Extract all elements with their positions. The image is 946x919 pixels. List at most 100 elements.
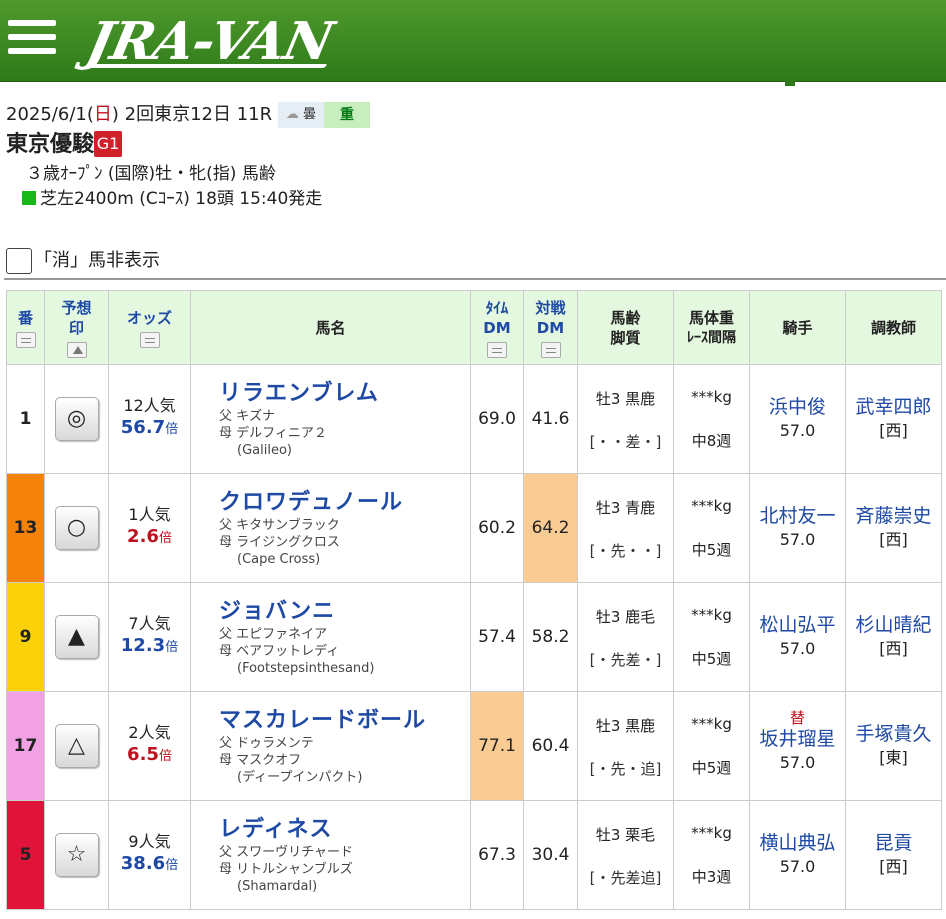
sire: 父 エピファネイア: [219, 626, 328, 642]
race-interval: 中8週: [691, 432, 732, 450]
odds-value: 38.6倍: [120, 853, 179, 874]
mark-cell: ◎: [44, 364, 109, 474]
mark-button[interactable]: ▲: [54, 615, 99, 659]
odds-value: 6.5倍: [127, 744, 172, 765]
mark-button[interactable]: ○: [54, 506, 99, 550]
dam: 母 ベアフットレディ: [219, 643, 340, 659]
jockey-change-badge: 替: [789, 709, 805, 727]
jockey-cell: 替坂井瑠星 57.0: [749, 691, 846, 801]
course-info: 芝左2400m (Cｺｰｽ) 18頭 15:40発走: [22, 187, 322, 211]
sire: 父 スワーヴリチャード: [219, 844, 354, 860]
mark-button[interactable]: ☆: [54, 833, 99, 877]
col-odds[interactable]: オッズ: [108, 290, 191, 365]
weather-badge: ☁ 曇: [277, 102, 324, 128]
dam-sire: (Galileo): [237, 442, 292, 458]
sort-icon[interactable]: [15, 331, 36, 348]
dam: 母 ライジングクロス: [219, 534, 340, 550]
horse-name-link[interactable]: レディネス: [219, 816, 470, 844]
race-interval: 中5週: [691, 650, 732, 668]
menu-icon[interactable]: [8, 20, 56, 60]
col-vs-dm[interactable]: 対戦 DM: [523, 290, 578, 365]
time-dm: 77.1: [470, 691, 524, 801]
jockey-cell: 横山典弘 57.0: [749, 800, 846, 910]
sort-icon[interactable]: [139, 331, 160, 348]
vs-dm: 30.4: [523, 800, 578, 910]
trainer-link[interactable]: 昆貢: [847, 831, 941, 855]
jockey-cell: 松山弘平 57.0: [749, 582, 846, 692]
jra-van-logo[interactable]: JRA-VAN: [82, 11, 338, 72]
track-condition-badge: 重: [324, 102, 370, 128]
table-row: 13 ○ 1人気 2.6倍 クロワデュノール父 キタサンブラック母 ライジングクロ…: [6, 473, 942, 583]
sort-icon[interactable]: [540, 341, 561, 358]
mark-button[interactable]: ◎: [54, 397, 99, 441]
hide-scratched-toggle[interactable]: 「消」馬非表示: [6, 248, 160, 274]
sort-icon[interactable]: [487, 341, 507, 358]
age-cell: 牡3 黒鹿 [・・差・]: [577, 364, 674, 474]
age-cell: 牡3 栗毛 [・先差追]: [577, 800, 674, 910]
grade-badge: G1: [94, 131, 123, 157]
race-interval: 中5週: [691, 541, 732, 559]
weight-cell: ***kg 中5週: [673, 473, 750, 583]
carried-weight: 57.0: [779, 421, 816, 440]
horse-cell: クロワデュノール父 キタサンブラック母 ライジングクロス (Cape Cross): [190, 473, 471, 583]
trainer-link[interactable]: 武幸四郎: [847, 395, 941, 419]
table-row: 5 ☆ 9人気 38.6倍 レディネス父 スワーヴリチャード母 リトルシャンブルズ…: [6, 800, 942, 910]
trainer-link[interactable]: 手塚貴久: [847, 722, 941, 746]
horse-number: 17: [6, 691, 45, 801]
horse-name-link[interactable]: リラエンブレム: [219, 380, 470, 408]
dam: 母 マスクオフ: [219, 752, 302, 768]
horse-cell: レディネス父 スワーヴリチャード母 リトルシャンブルズ (Shamardal): [190, 800, 471, 910]
horse-name-link[interactable]: ジョバンニ: [219, 598, 470, 626]
jockey-link[interactable]: 浜中俊: [751, 395, 845, 419]
time-dm: 60.2: [470, 473, 524, 583]
horse-cell: マスカレードボール父 ドゥラメンテ母 マスクオフ (ディープインパクト): [190, 691, 471, 801]
col-time-dm[interactable]: ﾀｲﾑ DM: [470, 290, 524, 365]
date-suffix: ) 2回東京12日 11R: [111, 104, 273, 125]
weight-cell: ***kg 中8週: [673, 364, 750, 474]
race-interval: 中3週: [691, 868, 732, 886]
jockey-cell: 浜中俊 57.0: [749, 364, 846, 474]
jockey-link[interactable]: 横山典弘: [751, 831, 845, 855]
col-jockey: 騎手: [749, 290, 846, 365]
col-age: 馬齢 脚質: [577, 290, 674, 365]
horse-name-link[interactable]: クロワデュノール: [219, 489, 470, 517]
odds-cell: 7人気 12.3倍: [108, 582, 191, 692]
trainer-cell: 斉藤崇史 [西]: [845, 473, 942, 583]
vs-dm: 64.2: [523, 473, 578, 583]
sire: 父 ドゥラメンテ: [219, 735, 314, 751]
odds-cell: 9人気 38.6倍: [108, 800, 191, 910]
horse-cell: リラエンブレム父 キズナ母 デルフィニア２ (Galileo): [190, 364, 471, 474]
mark-cell: ○: [44, 473, 109, 583]
jockey-link[interactable]: 北村友一: [751, 504, 845, 528]
trainer-link[interactable]: 杉山晴紀: [847, 613, 941, 637]
mark-cell: ▲: [44, 582, 109, 692]
running-style: [・先差・]: [589, 650, 662, 669]
checkbox[interactable]: [6, 248, 32, 274]
trainer-link[interactable]: 斉藤崇史: [847, 504, 941, 528]
horse-name-link[interactable]: マスカレードボール: [219, 707, 470, 735]
running-style: [・先・・]: [589, 541, 662, 560]
running-style: [・・差・]: [589, 432, 662, 451]
course-text: 芝左2400m (Cｺｰｽ) 18頭 15:40発走: [40, 189, 323, 209]
date-prefix: 2025/6/1(: [6, 104, 94, 125]
trainer-cell: 杉山晴紀 [西]: [845, 582, 942, 692]
trainer-region: [東]: [879, 748, 908, 767]
sort-asc-icon[interactable]: [66, 341, 87, 358]
running-style: [・先・追]: [589, 759, 662, 778]
time-dm: 69.0: [470, 364, 524, 474]
mark-button[interactable]: △: [54, 724, 99, 768]
dam-sire: (Footstepsinthesand): [237, 660, 375, 676]
horse-number: 13: [6, 473, 45, 583]
hide-scratched-label: 「消」馬非表示: [34, 250, 160, 271]
dam-sire: (ディープインパクト): [237, 769, 363, 785]
weight-cell: ***kg 中5週: [673, 691, 750, 801]
age-cell: 牡3 鹿毛 [・先差・]: [577, 582, 674, 692]
mark-cell: △: [44, 691, 109, 801]
jockey-link[interactable]: 松山弘平: [751, 613, 845, 637]
carried-weight: 57.0: [779, 639, 816, 658]
divider: [4, 278, 946, 280]
col-mark[interactable]: 予想印: [44, 290, 109, 365]
col-num[interactable]: 番: [6, 290, 45, 365]
weather-text: 曇: [302, 107, 316, 122]
jockey-link[interactable]: 坂井瑠星: [751, 727, 845, 751]
